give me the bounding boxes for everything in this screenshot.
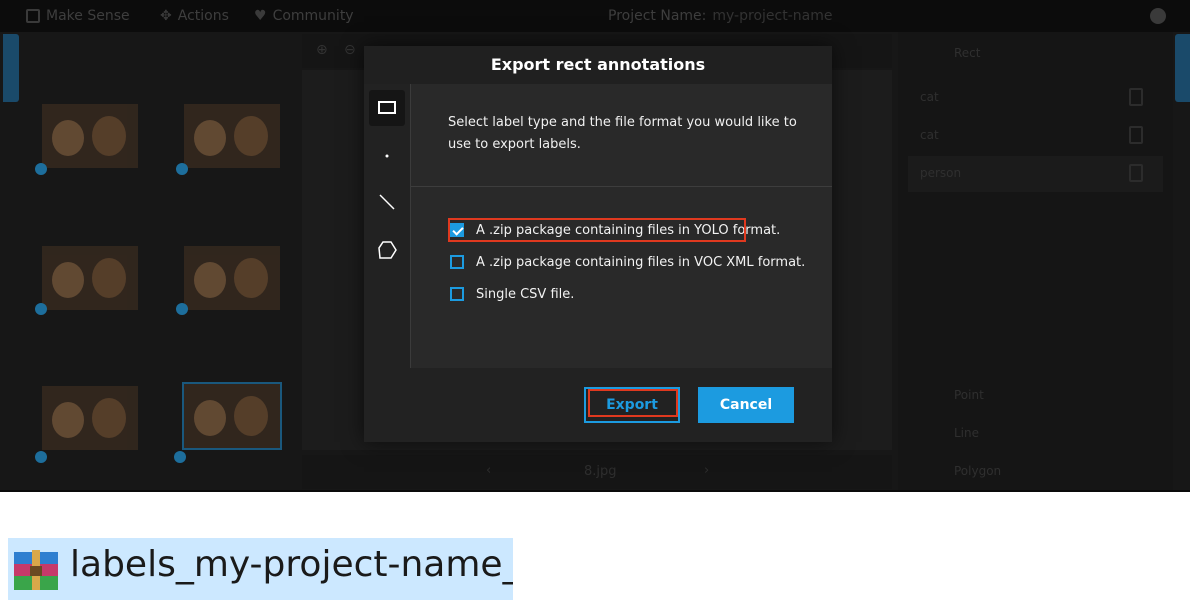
point-section-label: Point bbox=[954, 388, 984, 402]
rectangle-icon bbox=[378, 101, 396, 114]
checkbox[interactable] bbox=[450, 255, 464, 269]
brand-name: Make Sense bbox=[46, 8, 130, 24]
image-thumbnail[interactable] bbox=[184, 104, 280, 168]
polygon-type-button[interactable] bbox=[369, 232, 405, 268]
next-image-icon[interactable]: › bbox=[704, 463, 709, 478]
make-sense-app: Make Sense ✥ Actions ♥ Community Project… bbox=[0, 0, 1190, 492]
actions-label: Actions bbox=[177, 8, 229, 24]
actions-icon: ✥ bbox=[160, 8, 172, 24]
label-name: cat bbox=[920, 90, 939, 104]
labeled-check-icon bbox=[35, 451, 47, 463]
community-label: Community bbox=[272, 8, 354, 24]
image-thumbnail[interactable] bbox=[42, 386, 138, 450]
trash-icon[interactable] bbox=[1129, 88, 1143, 106]
highlight-box bbox=[448, 218, 746, 242]
labeled-check-icon bbox=[176, 163, 188, 175]
csv-format-option[interactable]: Single CSV file. bbox=[450, 283, 574, 305]
editor-footer: ‹ 8.jpg › bbox=[302, 455, 892, 489]
labels-side-tab[interactable] bbox=[1175, 34, 1190, 102]
polygon-section-header[interactable]: Polygon bbox=[908, 454, 1163, 490]
previous-image-icon[interactable]: ‹ bbox=[486, 463, 491, 478]
polygon-section-label: Polygon bbox=[954, 464, 1002, 478]
trash-icon[interactable] bbox=[1129, 164, 1143, 182]
rect-type-button[interactable] bbox=[369, 90, 405, 126]
line-type-button[interactable] bbox=[369, 184, 405, 220]
image-thumbnail[interactable] bbox=[184, 246, 280, 310]
rect-section-header[interactable]: Rect bbox=[908, 36, 1163, 72]
option-label: Single CSV file. bbox=[476, 286, 575, 302]
downloaded-file-item[interactable]: labels_my-project-name_2( bbox=[8, 538, 513, 600]
labels-panel: Rect cat cat person Point Line Polygon bbox=[898, 32, 1173, 490]
point-icon bbox=[385, 154, 389, 158]
label-name: person bbox=[920, 166, 962, 180]
labeled-check-icon bbox=[176, 303, 188, 315]
dialog-title: Export rect annotations bbox=[364, 46, 832, 84]
cancel-button[interactable]: Cancel bbox=[698, 387, 794, 423]
project-name-input[interactable]: my-project-name bbox=[712, 8, 832, 24]
images-side-tab[interactable] bbox=[3, 34, 19, 102]
polygon-icon bbox=[378, 241, 397, 259]
logo-icon bbox=[26, 9, 40, 23]
line-icon bbox=[379, 194, 395, 210]
project-name: Project Name: my-project-name bbox=[608, 8, 832, 24]
brand[interactable]: Make Sense bbox=[26, 8, 130, 24]
label-row[interactable]: cat bbox=[908, 118, 1163, 154]
github-link[interactable] bbox=[1150, 8, 1166, 24]
dialog-divider bbox=[411, 186, 832, 187]
voc-format-option[interactable]: A .zip package containing files in VOC X… bbox=[450, 251, 805, 273]
point-type-button[interactable] bbox=[369, 138, 405, 174]
rect-section-label: Rect bbox=[954, 46, 981, 60]
label-name: cat bbox=[920, 128, 939, 142]
zoom-out-icon[interactable]: ⊖ bbox=[344, 42, 356, 58]
zoom-in-icon[interactable]: ⊕ bbox=[316, 42, 328, 58]
github-icon bbox=[1150, 8, 1166, 24]
label-row[interactable]: person bbox=[908, 156, 1163, 192]
labeled-check-icon bbox=[35, 303, 47, 315]
export-dialog: Export rect annotations Select label typ… bbox=[364, 46, 832, 442]
community-menu[interactable]: ♥ Community bbox=[254, 8, 354, 24]
line-section-header[interactable]: Line bbox=[908, 416, 1163, 452]
labeled-check-icon bbox=[174, 451, 186, 463]
project-name-label: Project Name: bbox=[608, 8, 707, 24]
current-filename: 8.jpg bbox=[584, 464, 617, 479]
point-section-header[interactable]: Point bbox=[908, 378, 1163, 414]
dialog-description: Select label type and the file format yo… bbox=[448, 115, 797, 152]
option-label: A .zip package containing files in VOC X… bbox=[476, 254, 806, 270]
image-thumbnail[interactable] bbox=[42, 246, 138, 310]
trash-icon[interactable] bbox=[1129, 126, 1143, 144]
image-thumbnail[interactable] bbox=[42, 104, 138, 168]
image-thumbnail-selected[interactable] bbox=[182, 382, 282, 450]
label-row[interactable]: cat bbox=[908, 80, 1163, 116]
label-type-sidebar bbox=[364, 84, 411, 368]
labeled-check-icon bbox=[35, 163, 47, 175]
top-navigation-bar: Make Sense ✥ Actions ♥ Community Project… bbox=[0, 0, 1190, 32]
checkbox[interactable] bbox=[450, 287, 464, 301]
highlight-box bbox=[588, 389, 678, 417]
actions-menu[interactable]: ✥ Actions bbox=[160, 8, 229, 24]
archive-file-icon bbox=[14, 550, 58, 590]
line-section-label: Line bbox=[954, 426, 980, 440]
file-name: labels_my-project-name_2( bbox=[70, 544, 513, 585]
heart-icon: ♥ bbox=[254, 8, 267, 24]
